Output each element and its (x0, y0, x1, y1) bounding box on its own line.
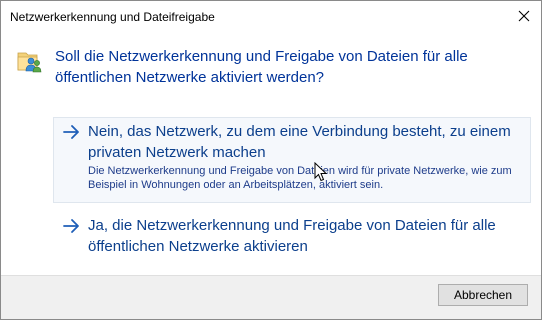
option-label: Ja, die Netzwerkerkennung und Freigabe v… (88, 217, 496, 255)
option-label: Nein, das Netzwerk, zu dem eine Verbindu… (88, 123, 511, 161)
dialog-footer: Abbrechen (1, 275, 541, 319)
arrow-right-icon (63, 219, 79, 233)
cancel-button[interactable]: Abbrechen (438, 284, 528, 306)
option-enable-public[interactable]: Ja, die Netzwerkerkennung und Freigabe v… (53, 211, 531, 263)
network-sharing-icon (17, 52, 42, 73)
dialog-question: Soll die Netzwerkerkennung und Freigabe … (55, 48, 468, 86)
close-icon (518, 10, 530, 22)
window-title: Netzwerkerkennung und Dateifreigabe (10, 10, 215, 24)
close-button[interactable] (507, 1, 541, 31)
title-bar[interactable]: Netzwerkerkennung und Dateifreigabe (1, 1, 541, 31)
option-make-private[interactable]: Nein, das Netzwerk, zu dem eine Verbindu… (53, 117, 531, 203)
option-description: Die Netzwerkerkennung und Freigabe von D… (88, 165, 512, 191)
mouse-cursor-icon (314, 162, 328, 182)
arrow-right-icon (63, 125, 79, 139)
dialog-window: Netzwerkerkennung und Dateifreigabe Soll… (0, 0, 542, 320)
